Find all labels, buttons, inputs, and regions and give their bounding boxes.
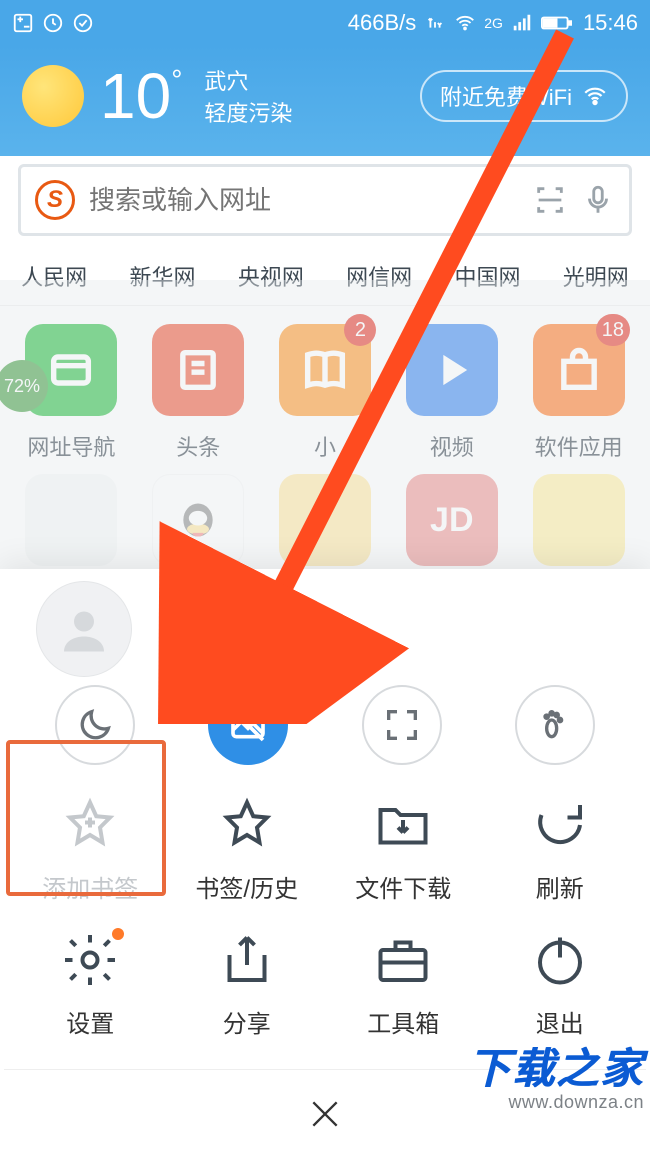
fullscreen-icon — [382, 705, 422, 745]
menu-label: 分享 — [223, 1004, 271, 1039]
sogou-logo-icon: S — [35, 180, 75, 220]
sun-icon — [22, 65, 84, 127]
menu-label: 添加书签 — [42, 869, 138, 904]
power-icon — [530, 930, 590, 990]
battery-icon — [541, 12, 575, 34]
network-speed: 466B/s — [348, 10, 417, 36]
menu-label: 退出 — [536, 1004, 584, 1039]
scan-icon[interactable] — [533, 183, 567, 217]
clock: 15:46 — [583, 10, 638, 36]
menu-refresh[interactable]: 刷新 — [482, 795, 639, 904]
wifi-button-label: 附近免费WiFi — [440, 80, 572, 112]
sync-icon-1 — [42, 12, 64, 34]
search-bar[interactable]: S — [18, 164, 632, 236]
night-mode-button[interactable] — [55, 685, 135, 765]
avatar-icon — [54, 599, 114, 659]
nearby-wifi-button[interactable]: 附近免费WiFi — [420, 70, 628, 122]
aqi: 轻度污染 — [204, 96, 292, 128]
watermark: 下载之家 www.downza.cn — [468, 1035, 644, 1113]
sync-icon-2 — [72, 12, 94, 34]
wifi-icon — [454, 12, 476, 34]
star-plus-icon — [60, 795, 120, 855]
no-image-icon — [228, 705, 268, 745]
star-icon — [217, 795, 277, 855]
menu-label: 工具箱 — [367, 1004, 439, 1039]
no-image-button[interactable] — [208, 685, 288, 765]
weather-widget[interactable]: 10° 武穴 轻度污染 附近免费WiFi — [22, 64, 628, 128]
download-folder-icon — [373, 795, 433, 855]
incognito-button[interactable] — [515, 685, 595, 765]
menu-toolbox[interactable]: 工具箱 — [325, 930, 482, 1039]
toolbox-icon — [373, 930, 433, 990]
share-icon — [217, 930, 277, 990]
notification-dot — [112, 928, 124, 940]
refresh-icon — [530, 795, 590, 855]
menu-exit[interactable]: 退出 — [482, 930, 639, 1039]
menu-label: 书签/历史 — [195, 869, 298, 904]
menu-grid: 添加书签 书签/历史 文件下载 刷新 设置 分享 工具箱 退出 — [4, 785, 646, 1069]
mic-icon[interactable] — [581, 183, 615, 217]
fullscreen-button[interactable] — [362, 685, 442, 765]
gear-icon — [60, 930, 120, 990]
status-bar: 466B/s 2G 15:46 — [0, 0, 650, 46]
wifi-signal-icon — [582, 83, 608, 109]
menu-label: 文件下载 — [355, 869, 451, 904]
exposure-icon — [12, 12, 34, 34]
watermark-title: 下载之家 — [468, 1035, 644, 1096]
moon-icon — [75, 705, 115, 745]
search-input[interactable] — [89, 185, 519, 216]
avatar[interactable] — [36, 581, 132, 677]
footprint-icon — [535, 705, 575, 745]
city: 武穴 — [204, 64, 292, 96]
menu-downloads[interactable]: 文件下载 — [325, 795, 482, 904]
signal-icon — [511, 12, 533, 34]
menu-share[interactable]: 分享 — [169, 930, 326, 1039]
menu-bookmark-history[interactable]: 书签/历史 — [169, 795, 326, 904]
network-type: 2G — [484, 15, 503, 31]
temperature: 10° — [100, 64, 182, 128]
quick-toggle-row — [4, 677, 646, 785]
menu-settings[interactable]: 设置 — [12, 930, 169, 1039]
menu-label: 刷新 — [536, 869, 584, 904]
menu-add-bookmark[interactable]: 添加书签 — [12, 795, 169, 904]
header: 10° 武穴 轻度污染 附近免费WiFi — [0, 46, 650, 156]
data-icon — [424, 12, 446, 34]
close-icon — [305, 1094, 345, 1134]
menu-label: 设置 — [66, 1004, 114, 1039]
